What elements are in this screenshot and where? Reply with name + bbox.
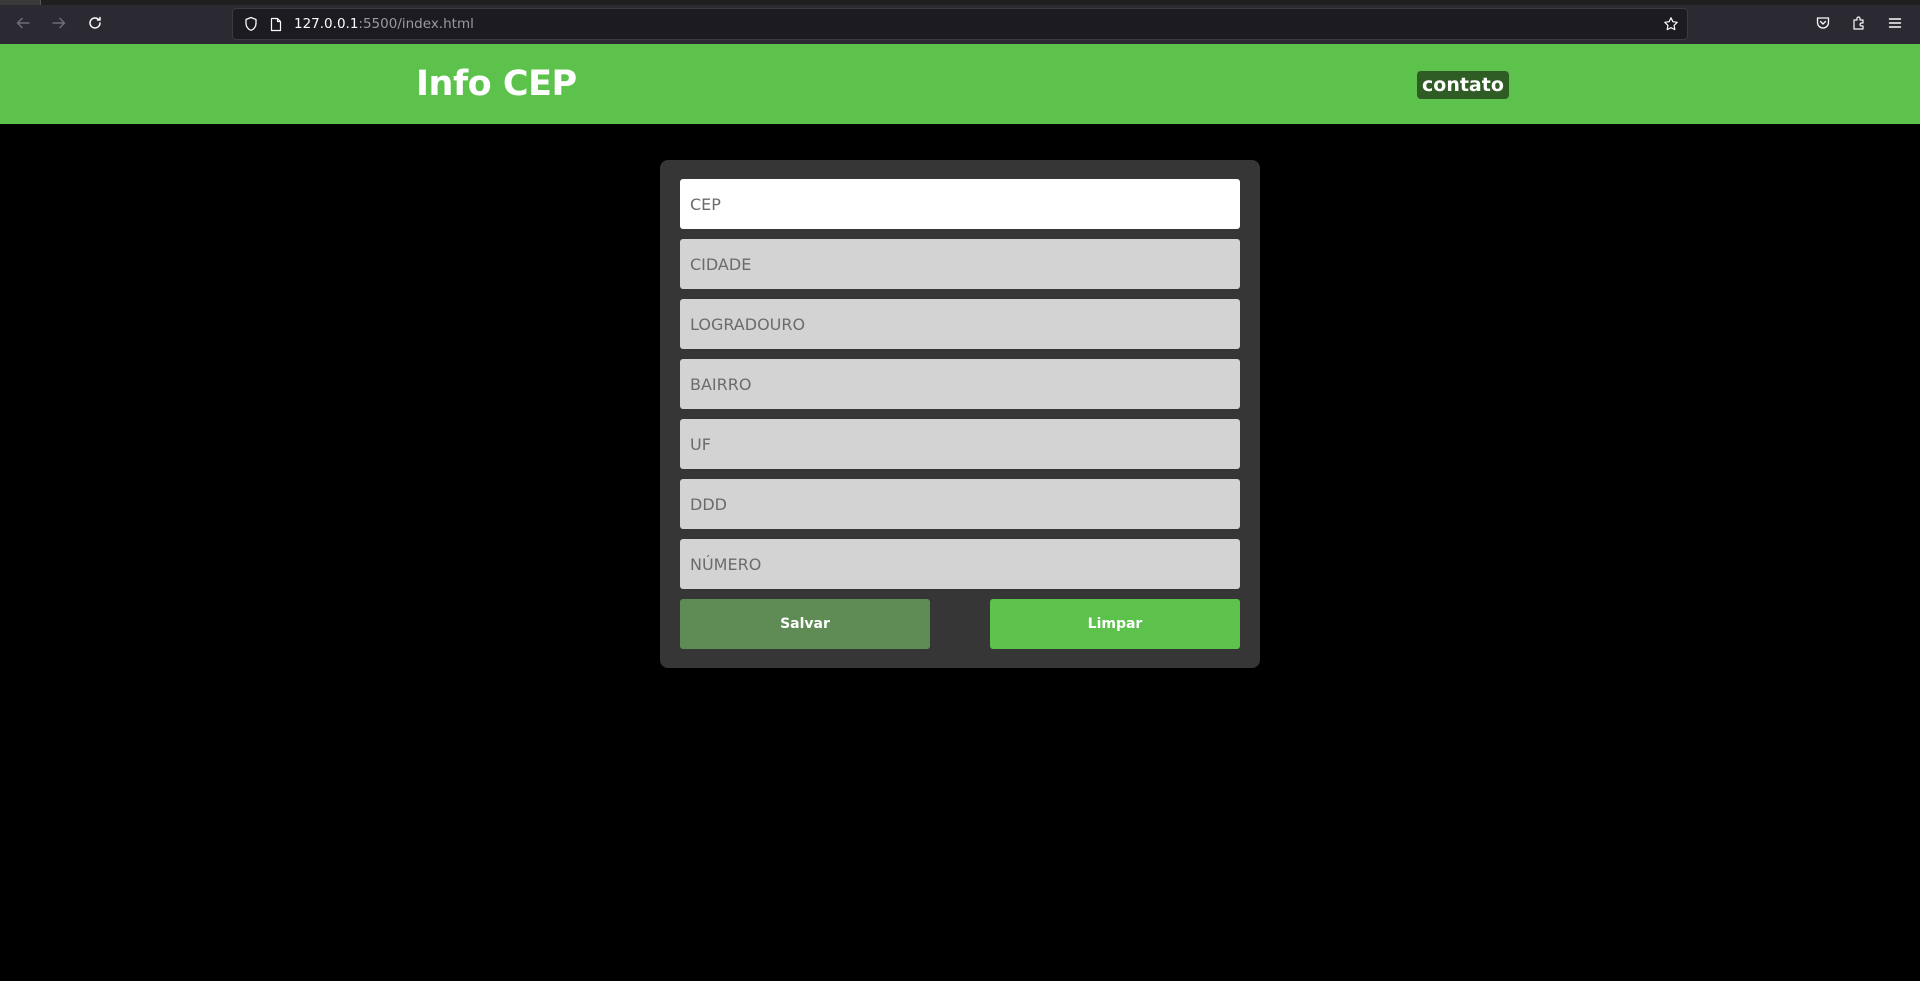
arrow-right-icon[interactable]	[41, 5, 77, 41]
url-bar[interactable]: 127.0.0.1:5500/index.html	[232, 8, 1688, 40]
uf-input[interactable]	[680, 419, 1240, 469]
star-icon[interactable]	[1659, 9, 1683, 39]
site-header: Info CEP contato	[0, 44, 1920, 124]
browser-toolbar: 127.0.0.1:5500/index.html	[0, 5, 1920, 44]
clear-button[interactable]: Limpar	[990, 599, 1240, 649]
reload-icon[interactable]	[77, 5, 113, 41]
page-icon[interactable]	[264, 9, 288, 39]
pocket-icon[interactable]	[1805, 5, 1841, 41]
save-button[interactable]: Salvar	[680, 599, 930, 649]
shield-icon[interactable]	[239, 9, 263, 39]
ddd-input[interactable]	[680, 479, 1240, 529]
numero-input[interactable]	[680, 539, 1240, 589]
hamburger-menu-icon[interactable]	[1877, 5, 1913, 41]
contact-link[interactable]: contato	[1417, 71, 1509, 99]
url-text[interactable]: 127.0.0.1:5500/index.html	[294, 9, 474, 39]
site-title: Info CEP	[416, 64, 577, 104]
cidade-input[interactable]	[680, 239, 1240, 289]
cep-form: Salvar Limpar	[660, 160, 1260, 668]
cep-input[interactable]	[680, 179, 1240, 229]
logradouro-input[interactable]	[680, 299, 1240, 349]
arrow-left-icon[interactable]	[5, 5, 41, 41]
puzzle-icon[interactable]	[1841, 5, 1877, 41]
url-path: :5500/index.html	[358, 16, 474, 32]
bairro-input[interactable]	[680, 359, 1240, 409]
url-host: 127.0.0.1	[294, 16, 359, 32]
